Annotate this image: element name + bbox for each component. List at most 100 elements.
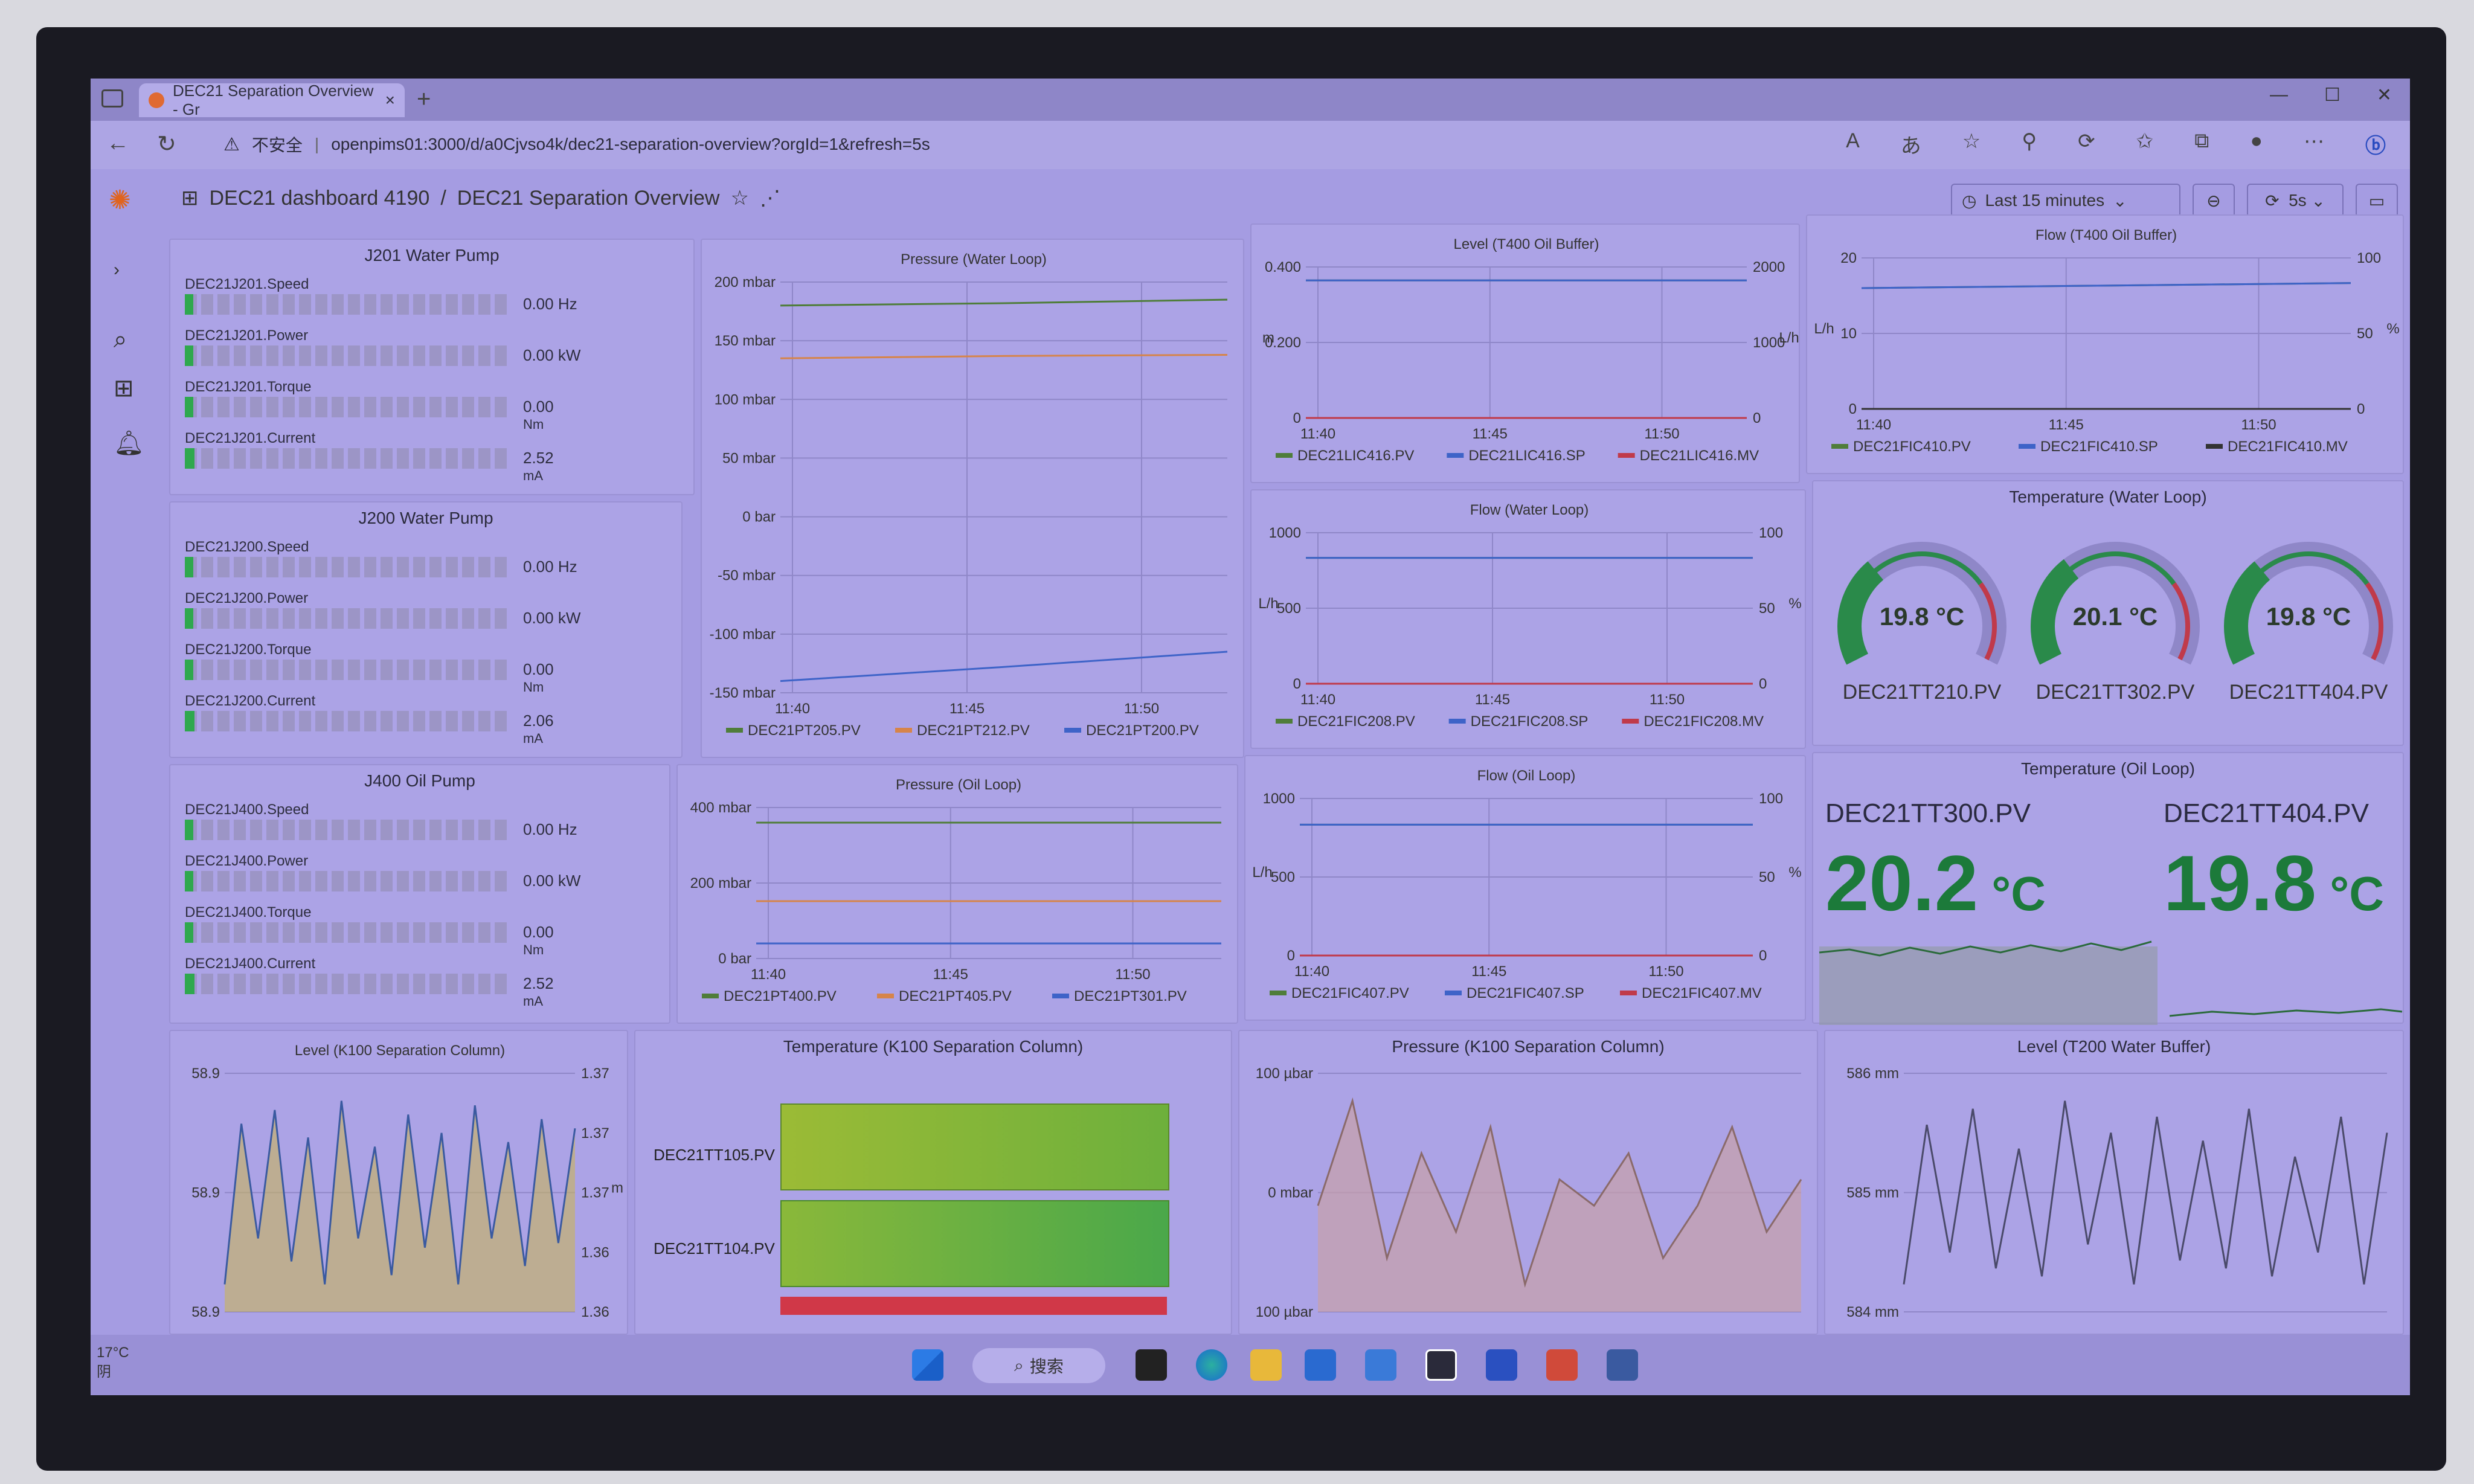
page-title[interactable]: DEC21 Separation Overview	[457, 187, 720, 210]
panel-temp-k100[interactable]: Temperature (K100 Separation Column) DEC…	[634, 1030, 1232, 1335]
panel-title: Level (T200 Water Buffer)	[2017, 1037, 2211, 1056]
stat-value: 20.2 °C	[1825, 839, 2046, 927]
refresh-icon: ⟳	[2265, 191, 2280, 210]
x-tick-label: 11:40	[1300, 426, 1335, 442]
y-tick-label: 50 mbar	[722, 450, 776, 466]
extension-icon[interactable]: ⚲	[2022, 129, 2037, 159]
dashboards-icon[interactable]: ⊞	[114, 374, 134, 402]
translate-icon[interactable]: あ	[1901, 129, 1921, 159]
star-icon[interactable]: ☆	[730, 186, 748, 210]
bing-icon[interactable]: ⓑ	[2365, 129, 2386, 159]
y-tick-label: 586 mm	[1846, 1065, 1899, 1082]
panel-pressure-oil[interactable]: Pressure (Oil Loop) 400 mbar 200 mbar 0 bar…	[676, 764, 1238, 1024]
panel-temp-water[interactable]: Temperature (Water Loop) 19.8 °C DEC21TT…	[1812, 480, 2404, 746]
monitor-app-icon[interactable]	[1607, 1349, 1638, 1381]
back-icon[interactable]: ←	[106, 130, 129, 156]
x-tick-label: 11:40	[1856, 417, 1891, 433]
weather-widget[interactable]: 17°C 阴	[97, 1343, 129, 1382]
bar-gauge-track	[185, 871, 511, 891]
bar-gauge-fill	[185, 871, 193, 891]
panel-j400[interactable]: J400 Oil Pump DEC21J400.Speed 0.00 Hz DEC…	[169, 764, 670, 1024]
panel-flow-oil[interactable]: Flow (Oil Loop) 1000 500 0 100 50 0 L/h% 11:40 11…	[1244, 755, 1806, 1021]
alerting-bell-icon[interactable]: 🔔︎	[114, 429, 144, 457]
panel-j201[interactable]: J201 Water Pump DEC21J201.Speed 0.00 Hz D…	[169, 239, 695, 495]
address-bar[interactable]: ⚠ 不安全 | openpims01:3000/d/a0Cjvso4k/dec2…	[223, 127, 1129, 162]
tv-mode-button[interactable]: ▭	[2356, 184, 2398, 217]
zoom-out-icon: ⊖	[2206, 191, 2221, 210]
minimize-icon[interactable]: —	[2270, 85, 2288, 106]
refresh-picker[interactable]: ⟳ 5s ⌄	[2247, 184, 2344, 217]
bar-gauge-value: 0.00 kW	[523, 872, 581, 890]
x-tick-label: 11:50	[1644, 426, 1679, 442]
panel-flow-water[interactable]: Flow (Water Loop) 1000 500 0 100 50 0 L/h% 11:40…	[1250, 489, 1806, 749]
expand-sidebar-icon[interactable]: ›	[114, 260, 120, 280]
new-tab-button[interactable]: +	[417, 86, 431, 113]
legend-swatch	[1447, 453, 1464, 458]
chart-level-t400: Level (T400 Oil Buffer)0.4000.2000200010…	[1262, 236, 1799, 464]
share-icon[interactable]: ⋰	[760, 186, 780, 210]
time-range-picker[interactable]: ◷ Last 15 minutes ⌄	[1951, 184, 2180, 217]
close-window-icon[interactable]: ✕	[2377, 85, 2392, 106]
breadcrumb-folder[interactable]: DEC21 dashboard 4190	[210, 187, 430, 210]
x-tick-label: 11:40	[1294, 963, 1329, 980]
gauge-group: 19.8 °C DEC21TT210.PV 20.1 °C DEC21TT302…	[1813, 518, 2403, 735]
taskbar-search[interactable]: ⌕ 搜索	[972, 1348, 1105, 1383]
x-tick-label: 11:45	[933, 966, 968, 983]
maximize-icon[interactable]: ☐	[2324, 85, 2341, 106]
read-aloud-icon[interactable]: A	[1846, 129, 1860, 159]
favorites-icon[interactable]: ✩	[2136, 129, 2154, 159]
panel-level-k100[interactable]: Level (K100 Separation Column) 58.9 58.9 58…	[169, 1030, 628, 1335]
monitor-icon: ▭	[2368, 191, 2385, 210]
reload-icon[interactable]: ↻	[157, 130, 176, 158]
y2-tick-label: 1.37	[581, 1125, 609, 1142]
panel-pressure-k100[interactable]: Pressure (K100 Separation Column) 100 µb…	[1238, 1030, 1818, 1335]
mail-icon[interactable]	[1365, 1349, 1396, 1381]
bar-gauge-row: DEC21J200.Torque 0.00 Nm	[185, 641, 670, 695]
gauge: 20.1 °C DEC21TT302.PV	[2019, 530, 2236, 711]
app-icon[interactable]	[1546, 1349, 1578, 1381]
file-explorer-icon[interactable]	[1250, 1349, 1282, 1381]
tab-actions-icon[interactable]	[101, 89, 123, 108]
legend-label: DEC21PT301.PV	[1074, 988, 1187, 1004]
y-tick-label: 400 mbar	[690, 800, 751, 816]
search-icon[interactable]: ⌕	[114, 326, 127, 353]
panel-temp-oil[interactable]: Temperature (Oil Loop) DEC21TT300.PV 20.…	[1812, 752, 2404, 1025]
tab-close-icon[interactable]: ×	[385, 91, 395, 110]
edge-icon[interactable]	[1196, 1349, 1227, 1381]
browser-tab[interactable]: DEC21 Separation Overview - Gr ×	[139, 82, 405, 118]
bar-label: DEC21TT105.PV	[654, 1146, 775, 1164]
legend-swatch	[1052, 994, 1069, 998]
panel-level-t200[interactable]: Level (T200 Water Buffer) 586 mm 585 mm 58…	[1824, 1030, 2404, 1335]
panel-j200[interactable]: J200 Water Pump DEC21J200.Speed 0.00 Hz D…	[169, 501, 683, 758]
gauge-name: DEC21TT210.PV	[1842, 681, 2002, 704]
favorite-add-icon[interactable]: ☆	[1962, 129, 1981, 159]
collections-icon[interactable]: ⧉	[2194, 129, 2209, 159]
zoom-out-button[interactable]: ⊖	[2193, 184, 2235, 217]
y2-tick-label: 1.37	[581, 1185, 609, 1201]
bar-gauge-fill	[185, 345, 193, 366]
start-icon[interactable]	[912, 1349, 943, 1381]
bar-gauge-track	[185, 294, 511, 315]
task-view-icon[interactable]	[1136, 1349, 1167, 1381]
refresh-interval: 5s	[2289, 191, 2307, 210]
y2-tick-label: 1.36	[581, 1304, 609, 1320]
y2-tick-label: 0	[1759, 948, 1767, 964]
panel-pressure-water[interactable]: Pressure (Water Loop) 200 mbar 150 mbar 100…	[701, 239, 1244, 758]
y-axis-label: L/h	[1814, 321, 1834, 337]
bar-gauge-value: 2.06 mA	[523, 711, 554, 746]
app-icon[interactable]	[1486, 1349, 1517, 1381]
more-icon[interactable]: ⋯	[2304, 129, 2324, 159]
panel-flow-t400[interactable]: Flow (T400 Oil Buffer) 20 10 0 100 50 0 L/h% 11:…	[1806, 214, 2404, 474]
chart-pressure-oil: Pressure (Oil Loop) 400 mbar 200 mbar 0 bar…	[690, 777, 1221, 1004]
panel-title: J201 Water Pump	[364, 246, 500, 265]
bar-gauge-row: DEC21J200.Speed 0.00 Hz	[185, 539, 670, 581]
terminal-icon[interactable]	[1425, 1349, 1457, 1381]
panel-level-t400[interactable]: Level (T400 Oil Buffer) 0.400 0.200 0 2000 10…	[1250, 223, 1800, 483]
refresh-ext-icon[interactable]: ⟳	[2078, 129, 2095, 159]
legend-label: DEC21PT212.PV	[917, 722, 1030, 739]
gauge: 19.8 °C DEC21TT210.PV	[1825, 530, 2043, 711]
profile-icon[interactable]: ●	[2250, 129, 2263, 159]
chart-pressure-water: Pressure (Water Loop) 200 mbar 150 mbar 100…	[710, 251, 1228, 739]
legend-label: DEC21LIC416.PV	[1297, 448, 1414, 464]
store-icon[interactable]	[1305, 1349, 1336, 1381]
